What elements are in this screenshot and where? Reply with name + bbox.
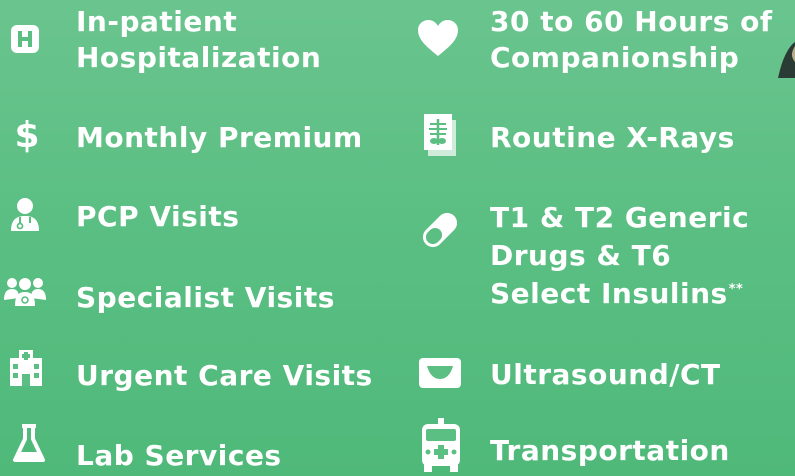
partial-image-edge xyxy=(778,42,795,78)
benefit-label: T1 & T2 Generic xyxy=(490,201,750,234)
clinic-building-icon xyxy=(8,350,44,386)
benefit-label: Drugs & T6 xyxy=(490,239,672,272)
dollar-icon: $ xyxy=(14,115,40,156)
flask-icon xyxy=(12,424,46,464)
pill-icon xyxy=(416,206,464,254)
benefit-label: PCP Visits xyxy=(76,200,240,233)
doctor-icon xyxy=(8,196,42,232)
ultrasound-icon xyxy=(418,356,462,390)
ambulance-icon xyxy=(418,418,464,472)
benefit-label: Urgent Care Visits xyxy=(76,359,373,392)
benefit-label: Ultrasound/CT xyxy=(490,358,721,391)
benefit-label: Specialist Visits xyxy=(76,281,335,314)
heart-icon xyxy=(416,18,460,58)
benefit-label-text: Select Insulins xyxy=(490,277,728,310)
benefit-label: Select Insulins** xyxy=(490,276,743,312)
benefit-label: Transportation xyxy=(490,434,730,467)
benefit-label: Lab Services xyxy=(76,439,282,472)
benefit-label: Companionship xyxy=(490,41,740,74)
benefit-label: In-patient xyxy=(76,5,238,38)
benefit-label: Hospitalization xyxy=(76,41,322,74)
hospital-icon xyxy=(8,22,42,56)
footnote-marker: ** xyxy=(728,281,744,297)
benefit-label: Monthly Premium xyxy=(76,121,363,154)
benefit-label: 30 to 60 Hours of xyxy=(490,5,773,38)
benefit-label: Routine X-Rays xyxy=(490,121,735,154)
xray-icon xyxy=(424,114,460,156)
group-doctors-icon xyxy=(4,276,46,306)
